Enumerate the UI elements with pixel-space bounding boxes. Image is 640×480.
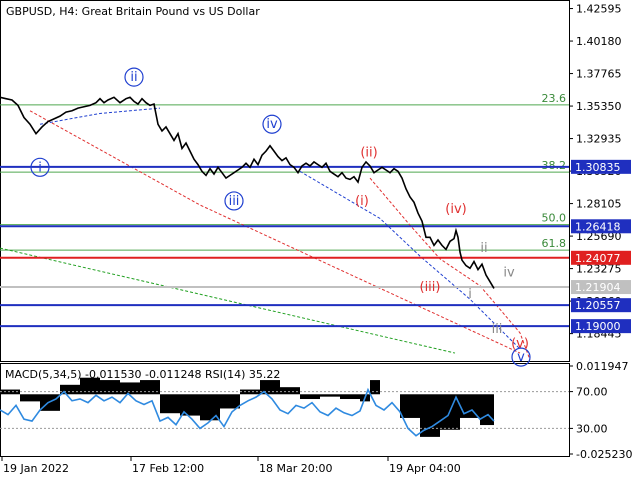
wave-label: iii [229,194,240,209]
price-tick-label: 1.32935 [576,133,622,146]
price-tick-label: 1.40180 [576,35,622,48]
fib-label: 50.0 [542,212,567,225]
wave-label: (iv) [445,202,466,217]
price-tick-label: 1.37765 [576,68,622,81]
wave-label: i [468,287,472,302]
wave-label: (iii) [420,280,441,295]
time-tick-label: 18 Mar 20:00 [259,462,332,475]
fib-label: 38.2 [542,159,567,172]
macd-bar [280,387,300,395]
wave-label: i [38,160,42,175]
macd-bar [20,394,40,402]
macd-bar [320,394,340,397]
indicator-tick-label: 30.00 [576,422,608,435]
macd-bar [220,394,240,409]
level-tag-label: 1.19000 [575,320,621,333]
macd-bar [100,380,120,395]
wave-label: (ii) [360,146,377,161]
wave-label: (i) [355,194,369,209]
level-tag-label: 1.30835 [575,161,621,174]
macd-bar [370,380,380,395]
indicator-tick-label: 0.011947 [576,360,629,373]
macd-bar [140,380,160,395]
macd-bar [300,394,320,400]
wave-label: iii [492,322,503,337]
indicator-axis: 0.011947 70.00 30.00 -0.025230 [569,360,632,461]
fib-label: 23.6 [542,92,567,105]
level-tag-label: 1.20557 [575,299,621,312]
level-tag-label: 1.26418 [575,220,621,233]
chart-title: GBPUSD, H4: Great Britain Pound vs US Do… [6,5,260,18]
fib-label: 61.8 [542,237,567,250]
wave-label: ii [130,70,137,85]
macd-bar [480,394,494,426]
price-tick-label: 1.42595 [576,3,622,16]
price-tick-label: 1.28105 [576,198,622,211]
wave-label: ii [480,241,487,256]
indicator-tick-label: -0.025230 [576,448,632,461]
wave-label: (v) [511,337,529,352]
macd-bar [400,394,420,418]
time-tick-label: 17 Feb 12:00 [132,462,204,475]
indicator-tick-label: 70.00 [576,386,608,399]
level-tag-label: 1.21904 [575,281,621,294]
wave-label: iv [266,117,278,132]
wave-label: iv [503,265,515,280]
level-price-tags: 1.30835 1.26418 1.24077 1.21904 1.20557 1.190… [571,159,631,334]
time-axis: 19 Jan 2022 17 Feb 12:00 18 Mar 20:00 19 Ap… [1,456,461,475]
time-tick-label: 19 Jan 2022 [3,462,69,475]
macd-bar [160,394,180,414]
price-tick-label: 1.35350 [576,100,622,113]
level-tag-label: 1.24077 [575,252,621,265]
time-tick-label: 19 Apr 04:00 [389,462,461,475]
main-panel-frame [0,0,570,362]
wave-label: v [517,350,525,365]
price-chart: 0.023.638.250.061.8 iiiiiiivv(i)(ii)(iii… [0,0,632,475]
macd-bar [120,382,140,395]
macd-bar [460,394,480,418]
macd-bar [340,394,360,400]
indicator-label: MACD(5,34,5) -0.011530 -0.011248 RSI(14)… [5,368,280,381]
